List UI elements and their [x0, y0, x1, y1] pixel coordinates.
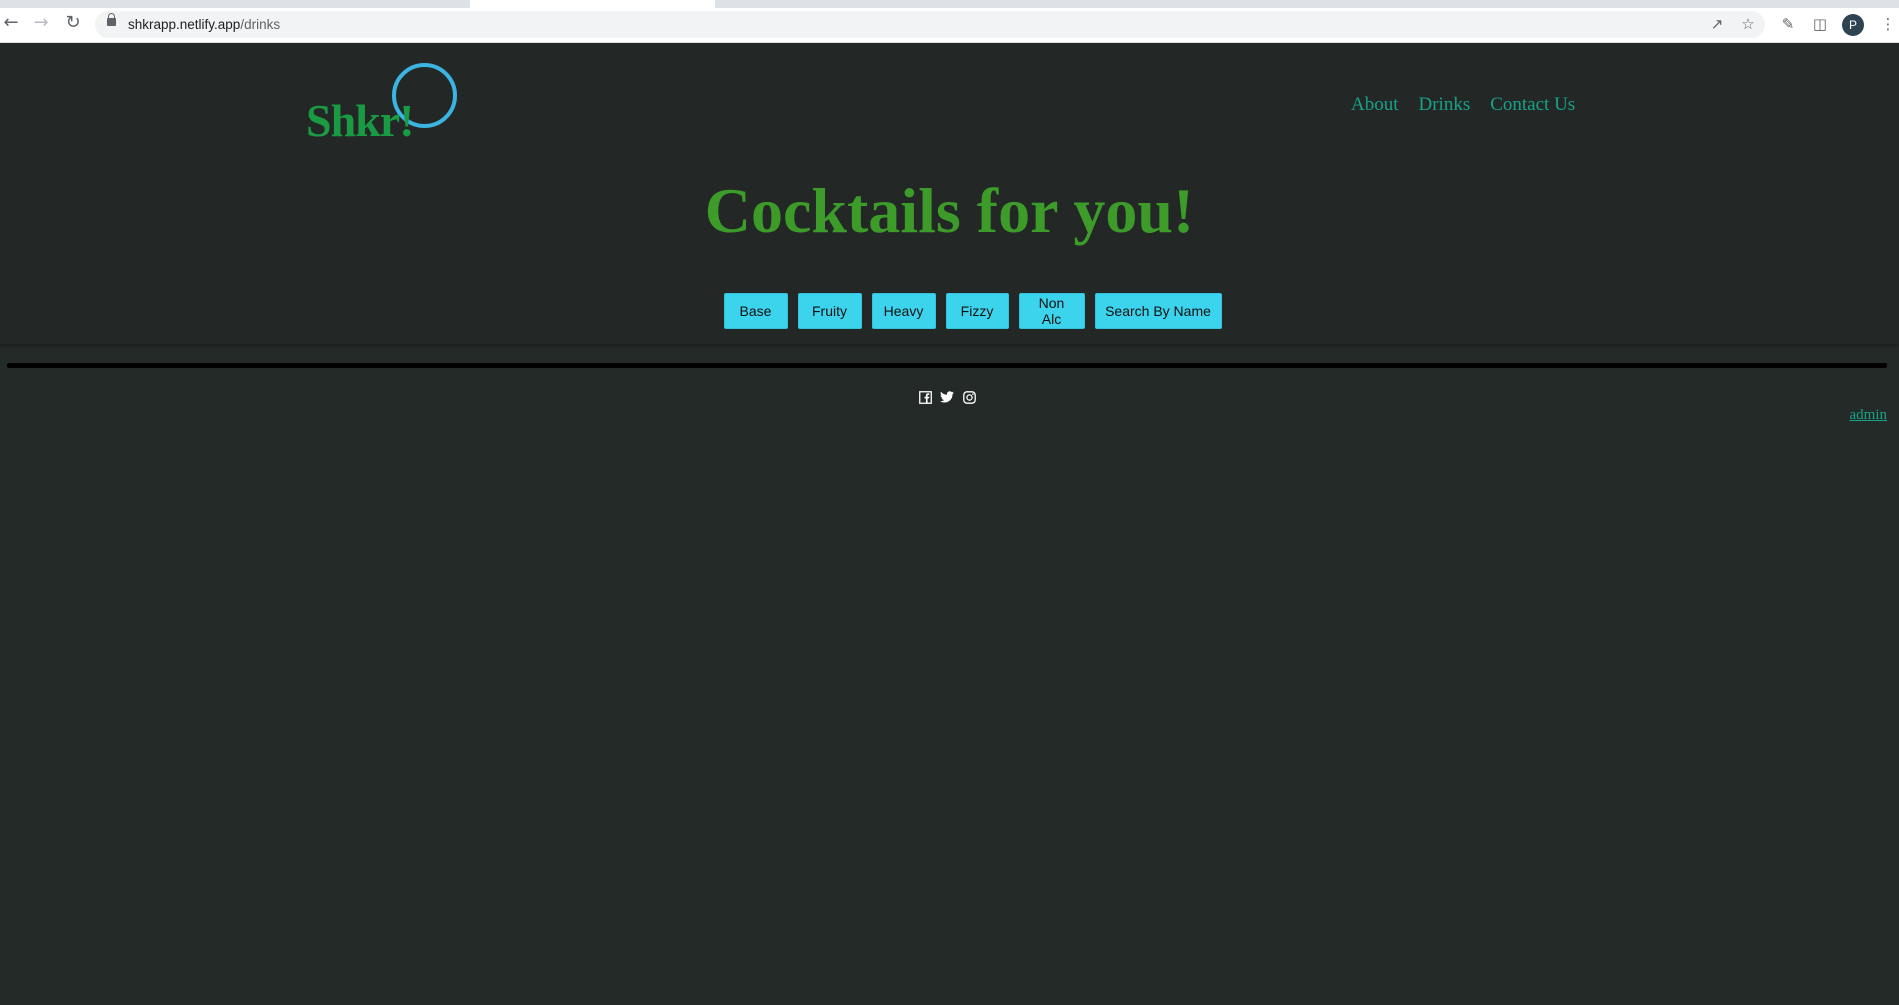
active-tab[interactable]	[470, 0, 715, 8]
reload-icon[interactable]: ↻	[62, 12, 84, 34]
main-nav: About Drinks Contact Us	[1351, 94, 1575, 116]
twitter-icon[interactable]	[940, 390, 954, 404]
nav-about[interactable]: About	[1351, 94, 1399, 116]
filter-non-alc-button[interactable]: Non Alc	[1018, 293, 1085, 329]
site-header: Shkr! About Drinks Contact Us Cocktails …	[0, 44, 1899, 344]
back-icon[interactable]: ←	[0, 12, 22, 34]
instagram-icon[interactable]	[962, 390, 976, 404]
extensions-icon[interactable]: ✎	[1777, 13, 1799, 35]
nav-contact-us[interactable]: Contact Us	[1490, 94, 1575, 116]
lock-icon[interactable]	[107, 13, 116, 26]
profile-avatar[interactable]: P	[1842, 14, 1864, 36]
menu-kebab-icon[interactable]: ⋮	[1877, 13, 1899, 35]
share-icon[interactable]: ↗	[1706, 13, 1728, 35]
url-text[interactable]: shkrapp.netlify.app/drinks	[128, 17, 280, 32]
admin-link[interactable]: admin	[1850, 407, 1888, 424]
filter-fizzy-button[interactable]: Fizzy	[945, 293, 1009, 329]
filter-fruity-button[interactable]: Fruity	[797, 293, 862, 329]
bookmark-star-icon[interactable]: ☆	[1737, 13, 1759, 35]
search-by-name-button[interactable]: Search By Name	[1094, 293, 1222, 329]
browser-toolbar: ← → ↻ shkrapp.netlify.app/drinks ↗ ☆ ✎ ◫…	[0, 0, 1899, 43]
footer-divider	[7, 363, 1887, 368]
forward-icon[interactable]: →	[30, 12, 52, 34]
filter-base-button[interactable]: Base	[723, 293, 788, 329]
social-links	[918, 390, 976, 404]
nav-drinks[interactable]: Drinks	[1419, 94, 1471, 116]
facebook-icon[interactable]	[918, 390, 932, 404]
tab-strip	[0, 0, 1899, 8]
filter-heavy-button[interactable]: Heavy	[871, 293, 936, 329]
page-title: Cocktails for you!	[704, 175, 1195, 246]
page: Shkr! About Drinks Contact Us Cocktails …	[0, 44, 1899, 1005]
side-panel-icon[interactable]: ◫	[1809, 13, 1831, 35]
filter-button-group: Base Fruity Heavy Fizzy Non Alc Search B…	[0, 293, 1899, 329]
site-logo[interactable]: Shkr!	[306, 94, 414, 147]
address-bar[interactable]: shkrapp.netlify.app/drinks	[95, 11, 1765, 38]
